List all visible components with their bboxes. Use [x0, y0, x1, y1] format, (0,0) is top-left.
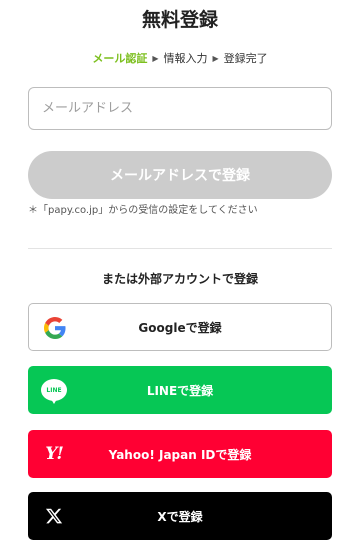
email-input[interactable]: [28, 87, 332, 130]
line-register-button[interactable]: LINE LINEで登録: [28, 366, 332, 414]
x-register-label: Xで登録: [157, 509, 203, 524]
divider: [28, 248, 332, 249]
line-logo-text: LINE: [46, 386, 62, 394]
google-register-label: Googleで登録: [138, 320, 222, 335]
x-logo-icon: [40, 502, 68, 530]
yahoo-register-button[interactable]: Y! Yahoo! Japan IDで登録: [28, 430, 332, 478]
yahoo-register-label: Yahoo! Japan IDで登録: [108, 447, 252, 462]
line-register-label: LINEで登録: [146, 383, 214, 398]
step-complete: 登録完了: [223, 52, 268, 65]
mail-domain-note: ＊「papy.co.jp」からの受信の設定をしてください: [28, 205, 258, 216]
step-info-input: 情報入力: [163, 52, 208, 65]
step-arrow-icon: ▶: [212, 54, 219, 63]
step-arrow-icon: ▶: [152, 54, 159, 63]
yahoo-logo-text: Y!: [45, 444, 64, 464]
registration-steps: メール認証 ▶ 情報入力 ▶ 登録完了: [0, 51, 360, 67]
yahoo-logo-icon: Y!: [40, 440, 68, 468]
line-logo-icon: LINE: [40, 376, 68, 404]
page-title: 無料登録: [141, 9, 218, 31]
x-register-button[interactable]: Xで登録: [28, 492, 332, 540]
external-account-heading: または外部アカウントで登録: [101, 272, 258, 286]
email-register-button[interactable]: メールアドレスで登録: [28, 151, 332, 199]
step-email-verification: メール認証: [92, 52, 148, 65]
google-logo-icon: [41, 314, 69, 342]
google-register-button[interactable]: Googleで登録: [28, 303, 332, 351]
